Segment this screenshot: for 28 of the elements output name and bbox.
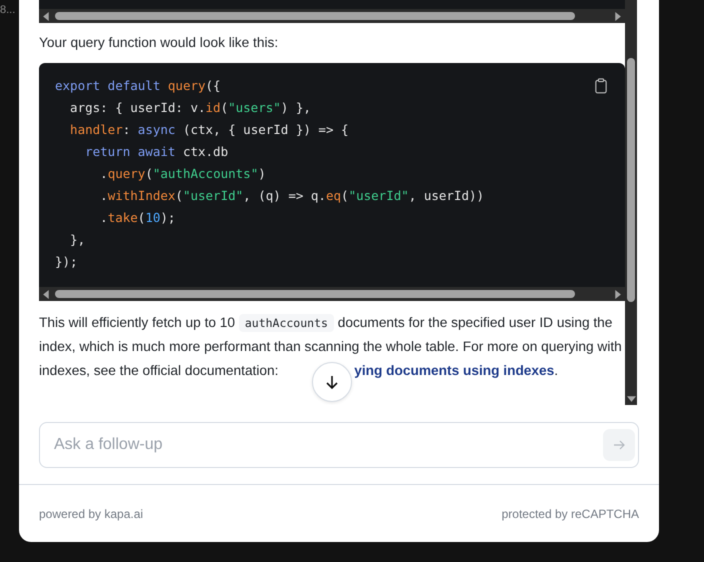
- horizontal-scrollbar[interactable]: [39, 9, 625, 23]
- vertical-scrollbar[interactable]: [625, 0, 637, 405]
- code-line: args: { userId: v.id("users") },: [69, 99, 311, 117]
- down-arrow-icon: [324, 374, 340, 390]
- right-arrow-icon[interactable]: [613, 12, 622, 20]
- code-line: handler: async (ctx, { userId }) => {: [69, 121, 349, 139]
- code-line: export default query({: [55, 77, 221, 95]
- background-text: 8...: [0, 4, 16, 16]
- answer-paragraph: This will efficiently fetch up to 10 authAccounts documents for the specified user ID using the index, which is much more performant than scanning the whole table. For more on querying with indexes, see the official documentation: ying documents using indexes.: [39, 313, 623, 380]
- recaptcha-text: protected by reCAPTCHA: [502, 506, 639, 520]
- right-arrow-icon[interactable]: [613, 290, 622, 298]
- code-line: .take(10);: [99, 209, 176, 227]
- code-line: return await ctx.db: [84, 143, 228, 161]
- powered-by-text: powered by kapa.ai: [39, 506, 144, 520]
- code-line: },: [69, 231, 86, 249]
- documentation-link[interactable]: ying documents using indexes: [354, 363, 554, 378]
- left-arrow-icon[interactable]: [42, 12, 51, 20]
- code-line: });: [55, 253, 78, 271]
- code-line: .withIndex("userId", (q) => q.eq("userId", userId)): [99, 187, 484, 205]
- horizontal-scrollbar[interactable]: [39, 287, 625, 301]
- answer-text: Your query function would look like this:: [39, 34, 280, 52]
- scroll-down-button[interactable]: [312, 362, 352, 402]
- follow-up-input[interactable]: Ask a follow-up: [39, 422, 639, 468]
- copy-icon[interactable]: [595, 78, 607, 94]
- left-arrow-icon[interactable]: [42, 290, 51, 298]
- down-arrow-icon[interactable]: [626, 394, 636, 403]
- right-arrow-icon: [613, 439, 625, 451]
- code-line: .query("authAccounts"): [99, 165, 266, 183]
